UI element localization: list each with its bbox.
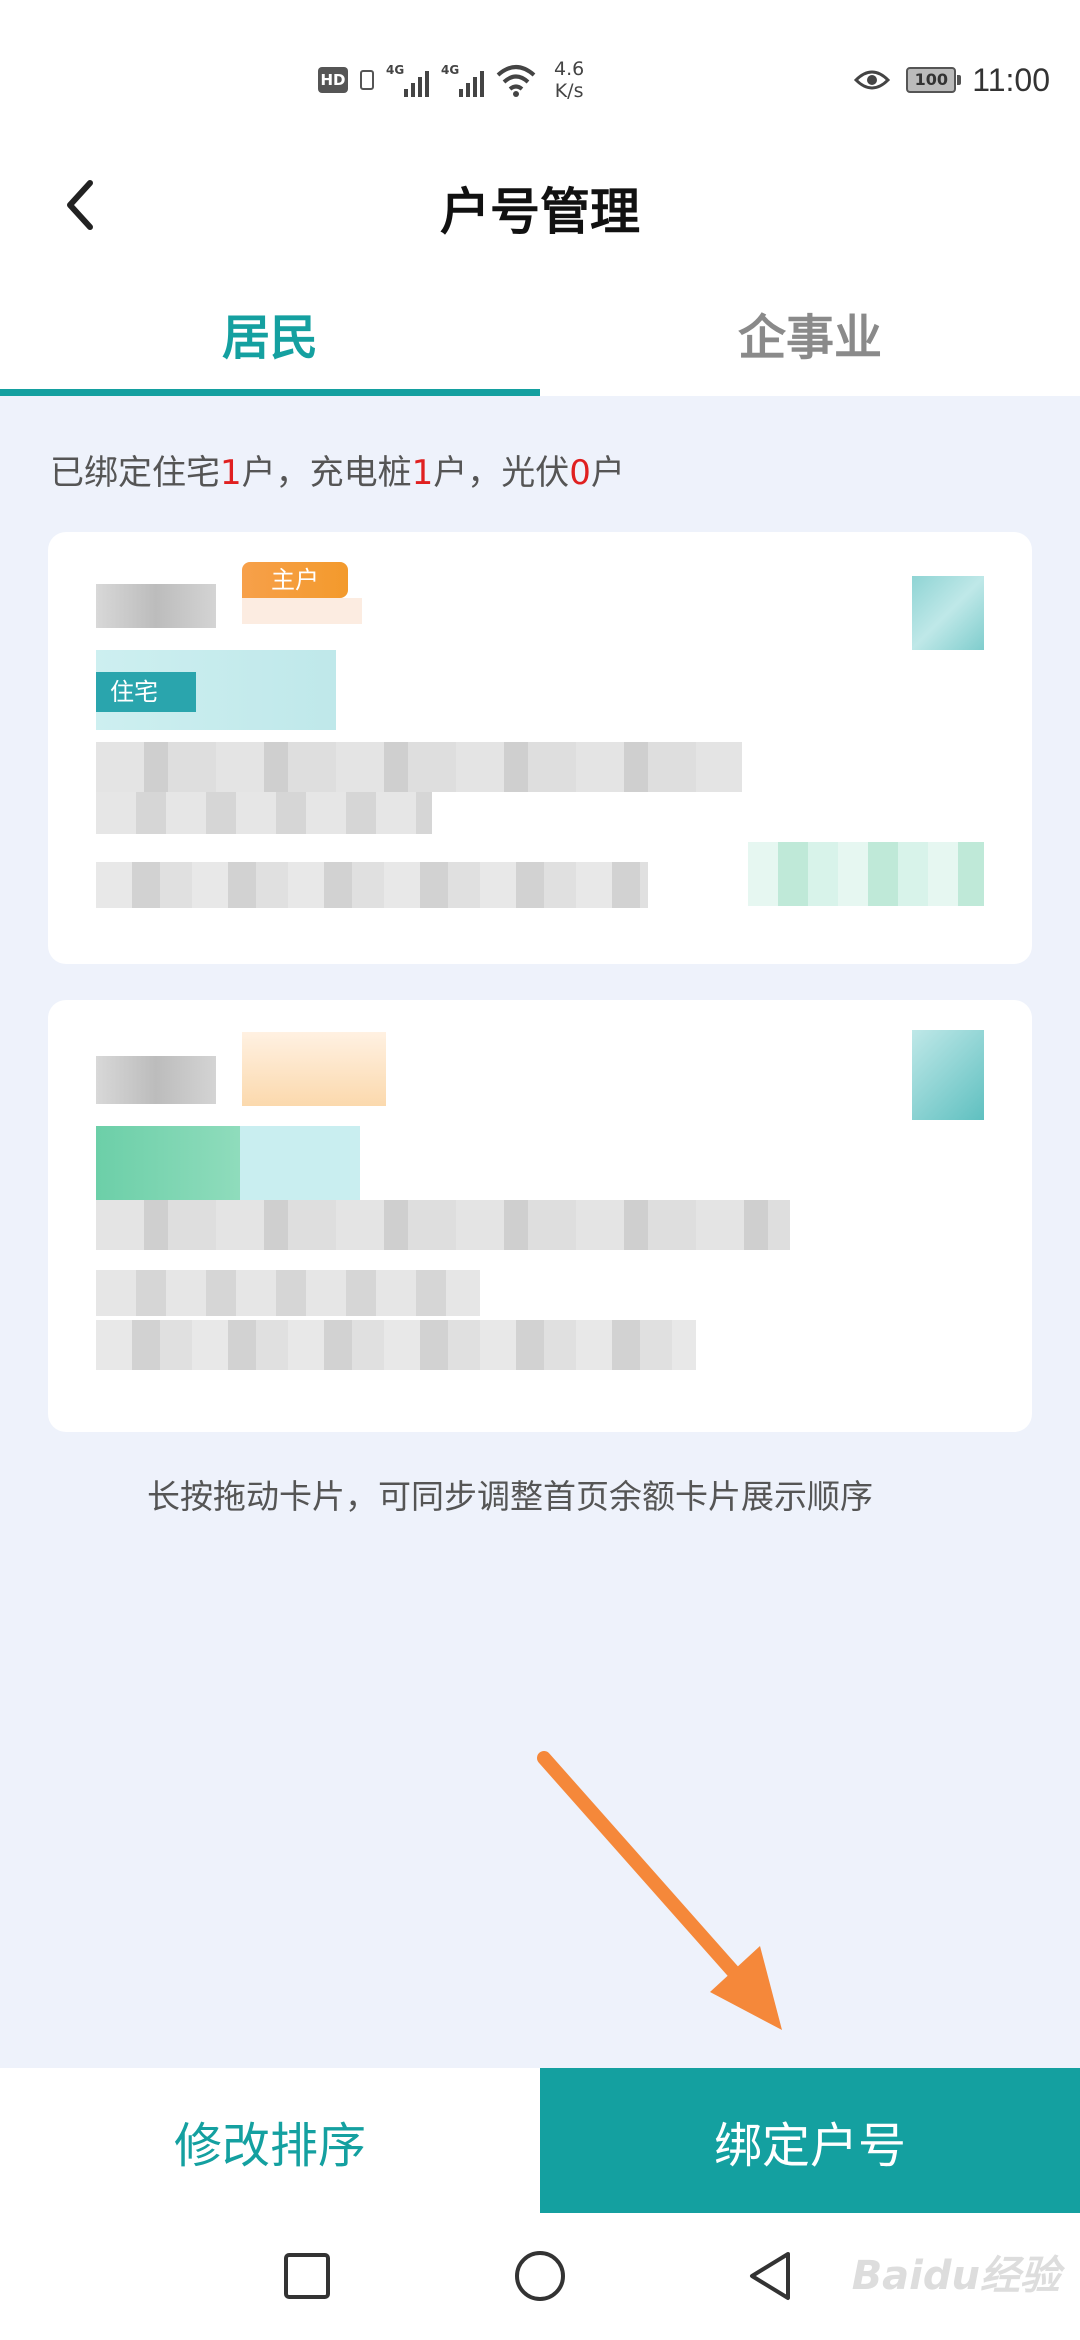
clock: 11:00 [972,61,1050,98]
blurred-account-number [96,1320,696,1370]
status-bar: HD 4G 4G 4.6 K/s 100 11:00 [0,0,1080,140]
status-left: HD 4G 4G 4.6 K/s [318,55,584,105]
blurred-qr-icon [912,576,984,650]
summary-text: 户 [590,453,625,493]
status-right: 100 11:00 [854,55,1050,105]
circle-icon [515,2251,565,2301]
bind-account-button[interactable]: 绑定户号 [540,2068,1080,2213]
edit-order-button[interactable]: 修改排序 [0,2068,540,2213]
watermark: Baidu经验 [851,2253,1060,2299]
signal-icon: 4G [386,63,429,97]
wifi-icon [496,65,536,97]
network-speed: 4.6 K/s [554,58,584,102]
system-nav-bar: Baidu经验 [0,2213,1080,2340]
speed-value: 4.6 [554,58,585,80]
summary-text: 已绑定住宅 [50,453,220,493]
page-title: 户号管理 [440,183,640,241]
blurred-address-2 [96,792,432,834]
square-icon [284,2253,330,2299]
annotation-arrow-icon [537,1751,782,2030]
drag-hint: 长按拖动卡片，可同步调整首页余额卡片展示顺序 [147,1477,873,1516]
app-header: 户号管理 [0,140,1080,270]
summary-text: 户，光伏 [433,453,570,493]
signal-label: 4G [386,63,405,77]
blurred-account-number [96,862,648,908]
triangle-back-icon [750,2252,790,2300]
blurred-qr-icon [912,1030,984,1120]
battery-icon: 100 [906,67,962,93]
blurred-badge [242,1032,386,1106]
binding-summary: 已绑定住宅1户，充电桩1户，光伏0户 [50,445,625,494]
charging-count: 1 [411,453,434,493]
blurred-name [96,584,216,628]
blurred-address [96,742,742,792]
blurred-tag-2 [240,1126,360,1200]
tab-residents[interactable]: 居民 [0,270,540,396]
signal-label-2: 4G [441,63,460,77]
blurred-address-2 [96,1270,480,1316]
solar-count: 0 [569,453,591,493]
type-tag: 住宅 [96,672,196,712]
blurred-name [96,1056,216,1104]
recents-button[interactable] [272,2241,342,2311]
tab-bar: 居民 企事业 [0,270,1080,396]
home-button[interactable] [505,2241,575,2311]
blurred-badge-shadow [242,598,362,624]
account-card[interactable]: 主户 住宅 [48,532,1032,964]
bottom-action-bar: 修改排序 绑定户号 [0,2068,1080,2213]
speed-unit: K/s [554,80,584,102]
eye-icon [854,70,891,90]
residence-count: 1 [220,453,242,493]
owner-badge: 主户 [242,562,348,598]
blurred-balance [748,842,984,906]
back-nav-button[interactable] [735,2241,805,2311]
signal-icon-2: 4G [441,63,484,97]
blurred-tag [96,1126,240,1200]
sim-icon [360,70,374,90]
summary-text: 户，充电桩 [241,453,412,493]
account-card[interactable] [48,1000,1032,1432]
hd-icon: HD [318,67,348,93]
tab-enterprise[interactable]: 企事业 [540,270,1080,396]
blurred-address [96,1200,790,1250]
